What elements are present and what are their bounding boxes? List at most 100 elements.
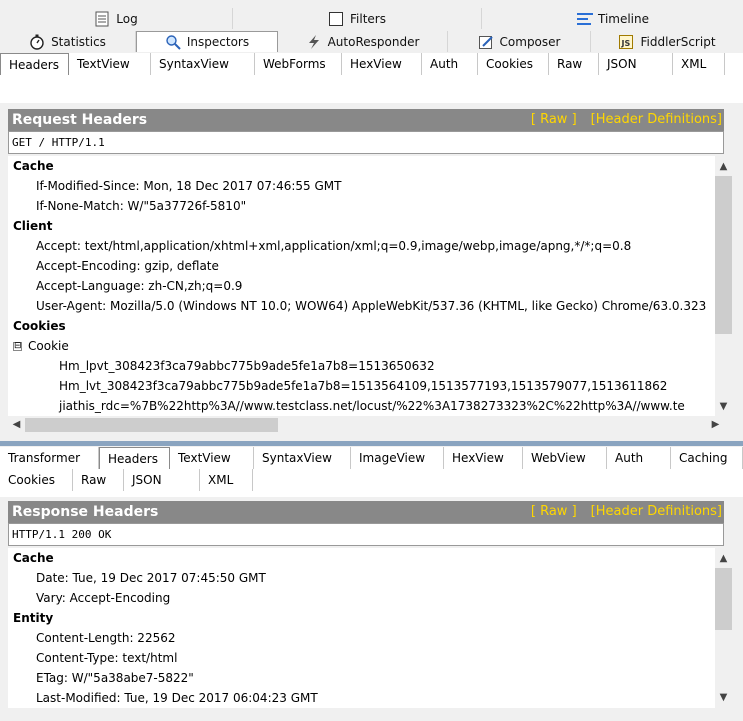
resp-tab-transformer[interactable]: Transformer: [0, 447, 99, 469]
tab-filters-label: Filters: [350, 11, 386, 26]
scroll-down-icon[interactable]: ▼: [715, 398, 732, 415]
svg-text:JS: JS: [621, 39, 631, 48]
tab-composer[interactable]: Composer: [448, 31, 591, 52]
tab-timeline[interactable]: Timeline: [482, 8, 743, 29]
header-item: Hm_lvt_308423f3ca79abbc775b9ade5fe1a7b8=…: [59, 379, 668, 393]
header-item: Last-Modified: Tue, 19 Dec 2017 06:04:23…: [36, 691, 318, 705]
resp-tab-json[interactable]: JSON: [124, 469, 200, 491]
js-icon: JS: [618, 34, 634, 50]
node-label: Cookie: [28, 339, 69, 353]
request-tabs: Headers TextView SyntaxView WebForms Hex…: [0, 53, 743, 103]
req-tab-webforms[interactable]: WebForms: [255, 53, 342, 75]
resp-tab-caching[interactable]: Caching: [671, 447, 743, 469]
tab-fiddlerscript-label: FiddlerScript: [640, 34, 716, 49]
resp-tab-raw[interactable]: Raw: [73, 469, 124, 491]
scroll-right-icon[interactable]: ▶: [707, 416, 724, 434]
header-group: Cache: [13, 551, 54, 565]
resp-tab-textview[interactable]: TextView: [170, 447, 254, 469]
header-item: Content-Type: text/html: [36, 651, 178, 665]
inspector-icon: [165, 34, 181, 50]
req-tab-syntaxview[interactable]: SyntaxView: [151, 53, 255, 75]
resp-tab-syntaxview[interactable]: SyntaxView: [254, 447, 351, 469]
request-line: GET / HTTP/1.1: [8, 131, 724, 154]
header-group: Cache: [13, 159, 54, 173]
request-raw-link[interactable]: [ Raw ]: [531, 112, 577, 127]
scroll-thumb[interactable]: [25, 418, 278, 432]
response-raw-link[interactable]: [ Raw ]: [531, 504, 577, 519]
scroll-thumb[interactable]: [715, 568, 732, 630]
timeline-icon: [576, 11, 593, 27]
tab-inspectors[interactable]: Inspectors: [136, 31, 278, 52]
header-item: ETag: W/"5a38abe7-5822": [36, 671, 194, 685]
tab-filters[interactable]: Filters: [233, 8, 482, 29]
header-item: Content-Length: 22562: [36, 631, 176, 645]
req-tab-json[interactable]: JSON: [599, 53, 673, 75]
tab-composer-label: Composer: [499, 34, 561, 49]
top-tab-row-1: Log Filters Timeline: [0, 8, 743, 29]
scroll-left-icon[interactable]: ◀: [8, 416, 25, 434]
tab-statistics[interactable]: Statistics: [0, 31, 136, 52]
tab-statistics-label: Statistics: [51, 34, 106, 49]
log-icon: [94, 11, 110, 27]
tab-log-label: Log: [116, 11, 138, 26]
header-item: Accept-Encoding: gzip, deflate: [36, 259, 219, 273]
tab-inspectors-label: Inspectors: [186, 35, 250, 49]
status-line: HTTP/1.1 200 OK: [8, 523, 724, 546]
request-headers-bar: Request Headers [ Raw ] [Header Definiti…: [8, 109, 724, 131]
header-item: Accept: text/html,application/xhtml+xml,…: [36, 239, 632, 253]
header-item: jiathis_rdc=%7B%22http%3A//www.testclass…: [59, 399, 685, 413]
req-tab-cookies[interactable]: Cookies: [478, 53, 549, 75]
response-headers-bar: Response Headers [ Raw ] [Header Definit…: [8, 501, 724, 523]
response-vertical-scrollbar[interactable]: ▲ ▼: [715, 548, 732, 708]
req-tab-headers[interactable]: Headers: [0, 53, 69, 75]
req-tab-xml[interactable]: XML: [673, 53, 725, 75]
scroll-up-icon[interactable]: ▲: [715, 158, 732, 175]
request-headers-tree: Cache If-Modified-Since: Mon, 18 Dec 2017…: [8, 156, 715, 416]
pane-splitter[interactable]: [0, 441, 743, 446]
header-group: Entity: [13, 611, 54, 625]
stopwatch-icon: [29, 34, 45, 50]
req-tab-auth[interactable]: Auth: [422, 53, 478, 75]
response-headers-title: Response Headers: [12, 504, 159, 520]
resp-tab-headers[interactable]: Headers: [99, 447, 170, 469]
req-tab-textview[interactable]: TextView: [69, 53, 151, 75]
header-group: Client: [13, 219, 53, 233]
header-item: User-Agent: Mozilla/5.0 (Windows NT 10.0…: [36, 299, 707, 313]
resp-tab-hexview[interactable]: HexView: [444, 447, 523, 469]
scroll-down-icon[interactable]: ▼: [715, 689, 732, 706]
header-item: Vary: Accept-Encoding: [36, 591, 171, 605]
req-tab-hexview[interactable]: HexView: [342, 53, 422, 75]
request-vertical-scrollbar[interactable]: ▲ ▼: [715, 156, 732, 416]
header-item: Hm_lpvt_308423f3ca79abbc775b9ade5fe1a7b8…: [59, 359, 435, 373]
header-item: If-Modified-Since: Mon, 18 Dec 2017 07:4…: [36, 179, 342, 193]
top-tab-row-2: Statistics Inspectors AutoResponder Comp…: [0, 31, 743, 52]
scroll-thumb[interactable]: [715, 176, 732, 334]
collapse-icon[interactable]: ⊟: [13, 342, 22, 351]
req-tab-raw[interactable]: Raw: [549, 53, 599, 75]
expandable-node[interactable]: ⊟ Cookie: [8, 336, 715, 356]
header-item: Date: Tue, 19 Dec 2017 07:45:50 GMT: [36, 571, 266, 585]
response-tabs: Transformer Headers TextView SyntaxView …: [0, 447, 743, 497]
request-header-definitions-link[interactable]: [Header Definitions]: [591, 112, 722, 127]
lightning-icon: [306, 34, 322, 50]
tab-log[interactable]: Log: [0, 8, 233, 29]
tab-timeline-label: Timeline: [597, 11, 650, 26]
tab-fiddlerscript[interactable]: JS FiddlerScript: [591, 31, 743, 52]
scroll-up-icon[interactable]: ▲: [715, 550, 732, 567]
resp-tab-xml[interactable]: XML: [200, 469, 253, 491]
tab-autoresponder[interactable]: AutoResponder: [278, 31, 448, 52]
response-header-definitions-link[interactable]: [Header Definitions]: [591, 504, 722, 519]
resp-tab-cookies[interactable]: Cookies: [0, 469, 73, 491]
checkbox-icon: [328, 11, 344, 27]
header-item: Accept-Language: zh-CN,zh;q=0.9: [36, 279, 243, 293]
header-item: If-None-Match: W/"5a37726f-5810": [36, 199, 247, 213]
resp-tab-webview[interactable]: WebView: [523, 447, 607, 469]
tab-autoresponder-label: AutoResponder: [327, 34, 420, 49]
request-headers-title: Request Headers: [12, 112, 148, 128]
request-horizontal-scrollbar[interactable]: ◀ ▶: [8, 416, 724, 434]
header-group: Cookies: [13, 319, 66, 333]
resp-tab-imageview[interactable]: ImageView: [351, 447, 444, 469]
response-headers-tree: Cache Date: Tue, 19 Dec 2017 07:45:50 GMT…: [8, 548, 715, 708]
resp-tab-auth[interactable]: Auth: [607, 447, 671, 469]
composer-icon: [478, 34, 494, 50]
